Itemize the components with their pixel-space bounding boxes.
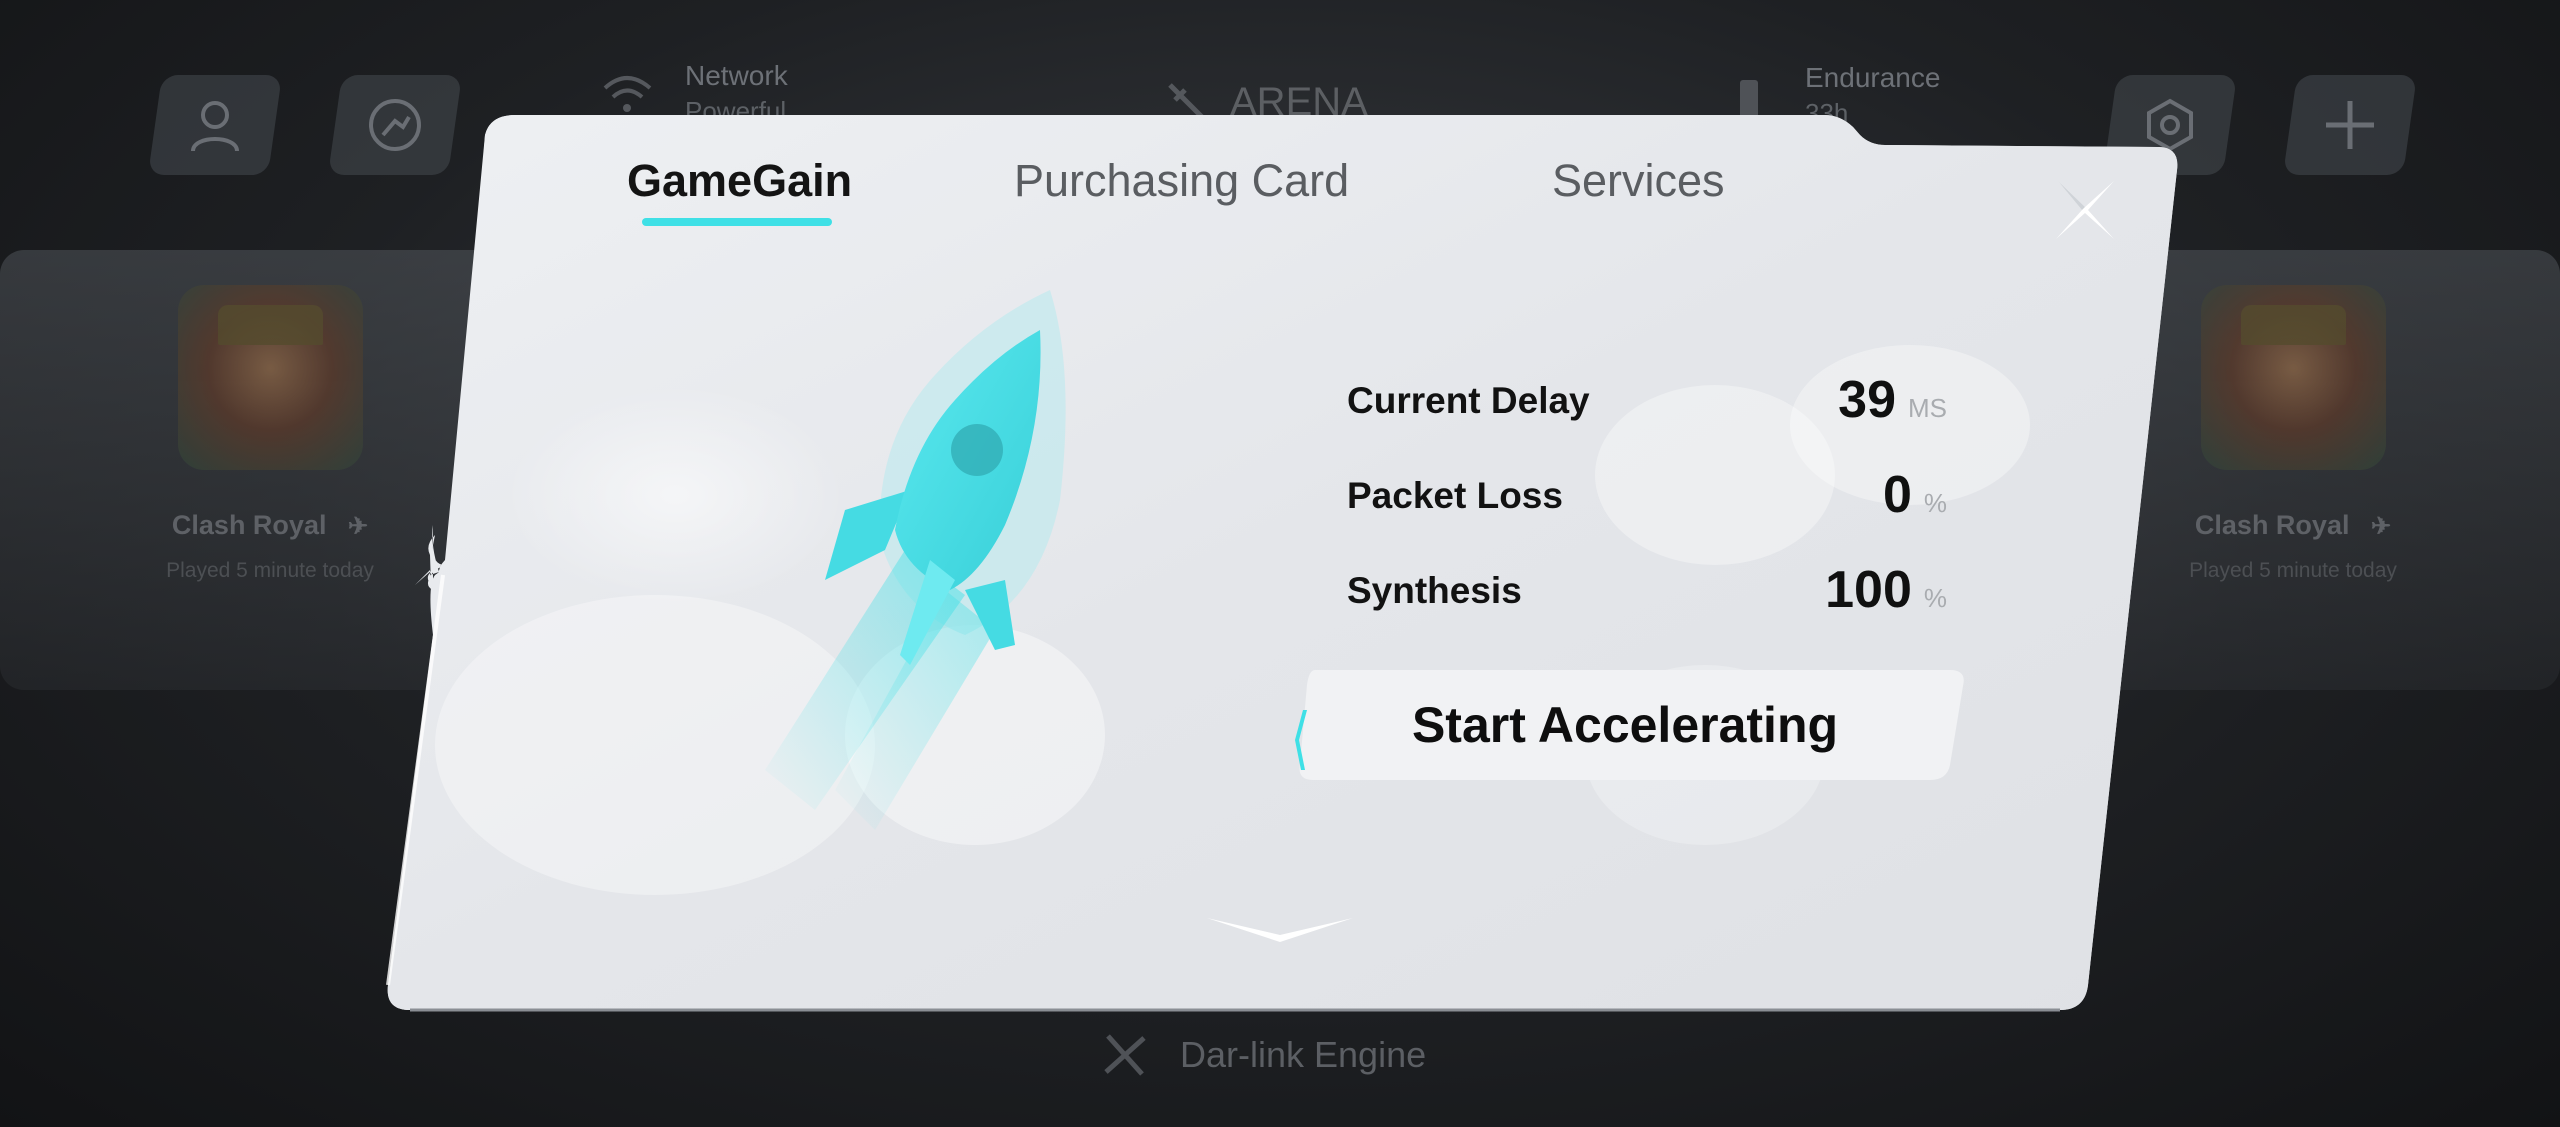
add-button[interactable] — [2282, 75, 2418, 175]
packet-loss-unit: % — [1923, 488, 1947, 518]
gamegain-modal: GameGain Purchasing Card Services Curren… — [385, 115, 2180, 1015]
plus-icon — [2326, 101, 2374, 149]
rocket-small-icon: ✈ — [2370, 513, 2392, 540]
engine-fan-icon — [1104, 1034, 1146, 1076]
user-icon — [191, 101, 239, 152]
modal-tabs: GameGain Purchasing Card Services — [385, 115, 2180, 255]
rocket-illustration — [765, 290, 1066, 830]
engine-label: Dar-link Engine — [1180, 1034, 1427, 1075]
expand-button[interactable] — [1205, 910, 1355, 950]
stat-packet-loss: Packet Loss 0 % — [1347, 465, 1967, 535]
delay-value-group: 39 MS — [1838, 370, 1947, 430]
game-avatar — [2200, 285, 2386, 470]
start-accelerating-button[interactable]: Start Accelerating — [1285, 670, 1965, 780]
tab-gamegain[interactable]: GameGain — [627, 155, 852, 207]
delay-unit: MS — [1908, 393, 1947, 423]
chevron-down-icon — [1207, 918, 1353, 942]
start-button-label: Start Accelerating — [1411, 697, 1839, 753]
game-name: Clash Royal ✈ — [171, 510, 369, 540]
game-played: Played 5 minute today — [166, 559, 374, 582]
packet-loss-label: Packet Loss — [1347, 475, 1563, 516]
close-icon — [2056, 181, 2114, 239]
close-button[interactable] — [2050, 175, 2120, 245]
stat-current-delay: Current Delay 39 MS — [1347, 370, 1967, 440]
network-label: Network — [685, 60, 788, 91]
game-card-left[interactable]: Clash Royal ✈ Played 5 minute today — [140, 285, 400, 583]
packet-loss-value-group: 0 % — [1883, 465, 1947, 525]
synthesis-unit: % — [1923, 583, 1947, 613]
tab-services[interactable]: Services — [1552, 155, 1725, 207]
synthesis-value: 100 — [1825, 561, 1912, 619]
endurance-label: Endurance — [1805, 62, 1941, 93]
engine-footer: Dar-link Engine — [1100, 1030, 1426, 1080]
tab-purchasing-card[interactable]: Purchasing Card — [1014, 155, 1349, 207]
stat-synthesis: Synthesis 100 % — [1347, 560, 1967, 630]
game-played: Played 5 minute today — [2189, 559, 2397, 582]
game-name: Clash Royal ✈ — [2194, 510, 2392, 540]
synthesis-value-group: 100 % — [1825, 560, 1947, 620]
game-avatar — [177, 285, 363, 470]
delay-value: 39 — [1838, 371, 1896, 429]
rocket-small-icon: ✈ — [347, 513, 369, 540]
game-card-right[interactable]: Clash Royal ✈ Played 5 minute today — [2163, 285, 2423, 583]
profile-button[interactable] — [147, 75, 283, 175]
packet-loss-value: 0 — [1882, 466, 1912, 524]
delay-label: Current Delay — [1347, 380, 1590, 421]
active-tab-indicator — [642, 218, 832, 226]
synthesis-label: Synthesis — [1347, 570, 1522, 611]
